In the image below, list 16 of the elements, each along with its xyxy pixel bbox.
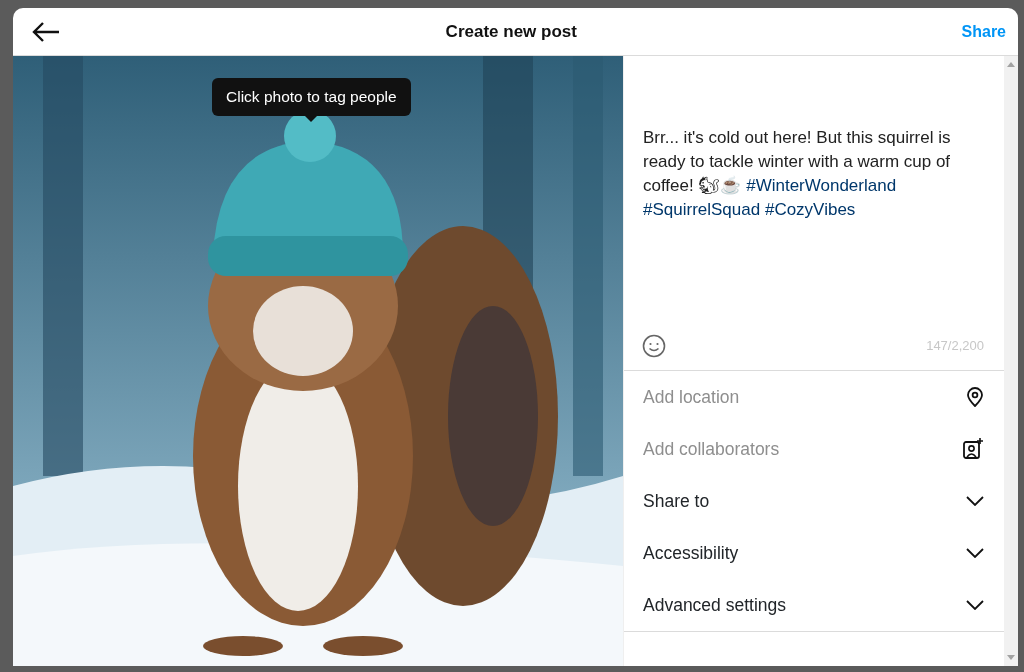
back-button[interactable] (31, 20, 61, 43)
caption-text[interactable]: Brr... it's cold out here! But this squirrel is ready to tackle winter with a warm cup of coffee! 🐿☕ #WinterWonderland #SquirrelSquad #CozyVibes (624, 56, 1004, 334)
character-counter: 147/2,200 (926, 337, 984, 356)
emoji-icon[interactable] (642, 334, 666, 358)
tooltip-pointer (305, 116, 318, 122)
tooltip: Click photo to tag people (212, 78, 411, 116)
expandable-section[interactable]: Accessibility (624, 527, 1004, 579)
chevron-down-icon (966, 600, 984, 610)
dialog-title: Create new post (445, 20, 577, 43)
expandable-section[interactable]: Share to (624, 475, 1004, 527)
location-pin-icon (966, 387, 984, 407)
back-arrow-icon (31, 20, 61, 43)
chevron-down-icon (966, 548, 984, 558)
expandable-section[interactable]: Advanced settings (624, 579, 1004, 631)
add-person-icon (962, 438, 984, 460)
chevron-down-icon (966, 496, 984, 506)
